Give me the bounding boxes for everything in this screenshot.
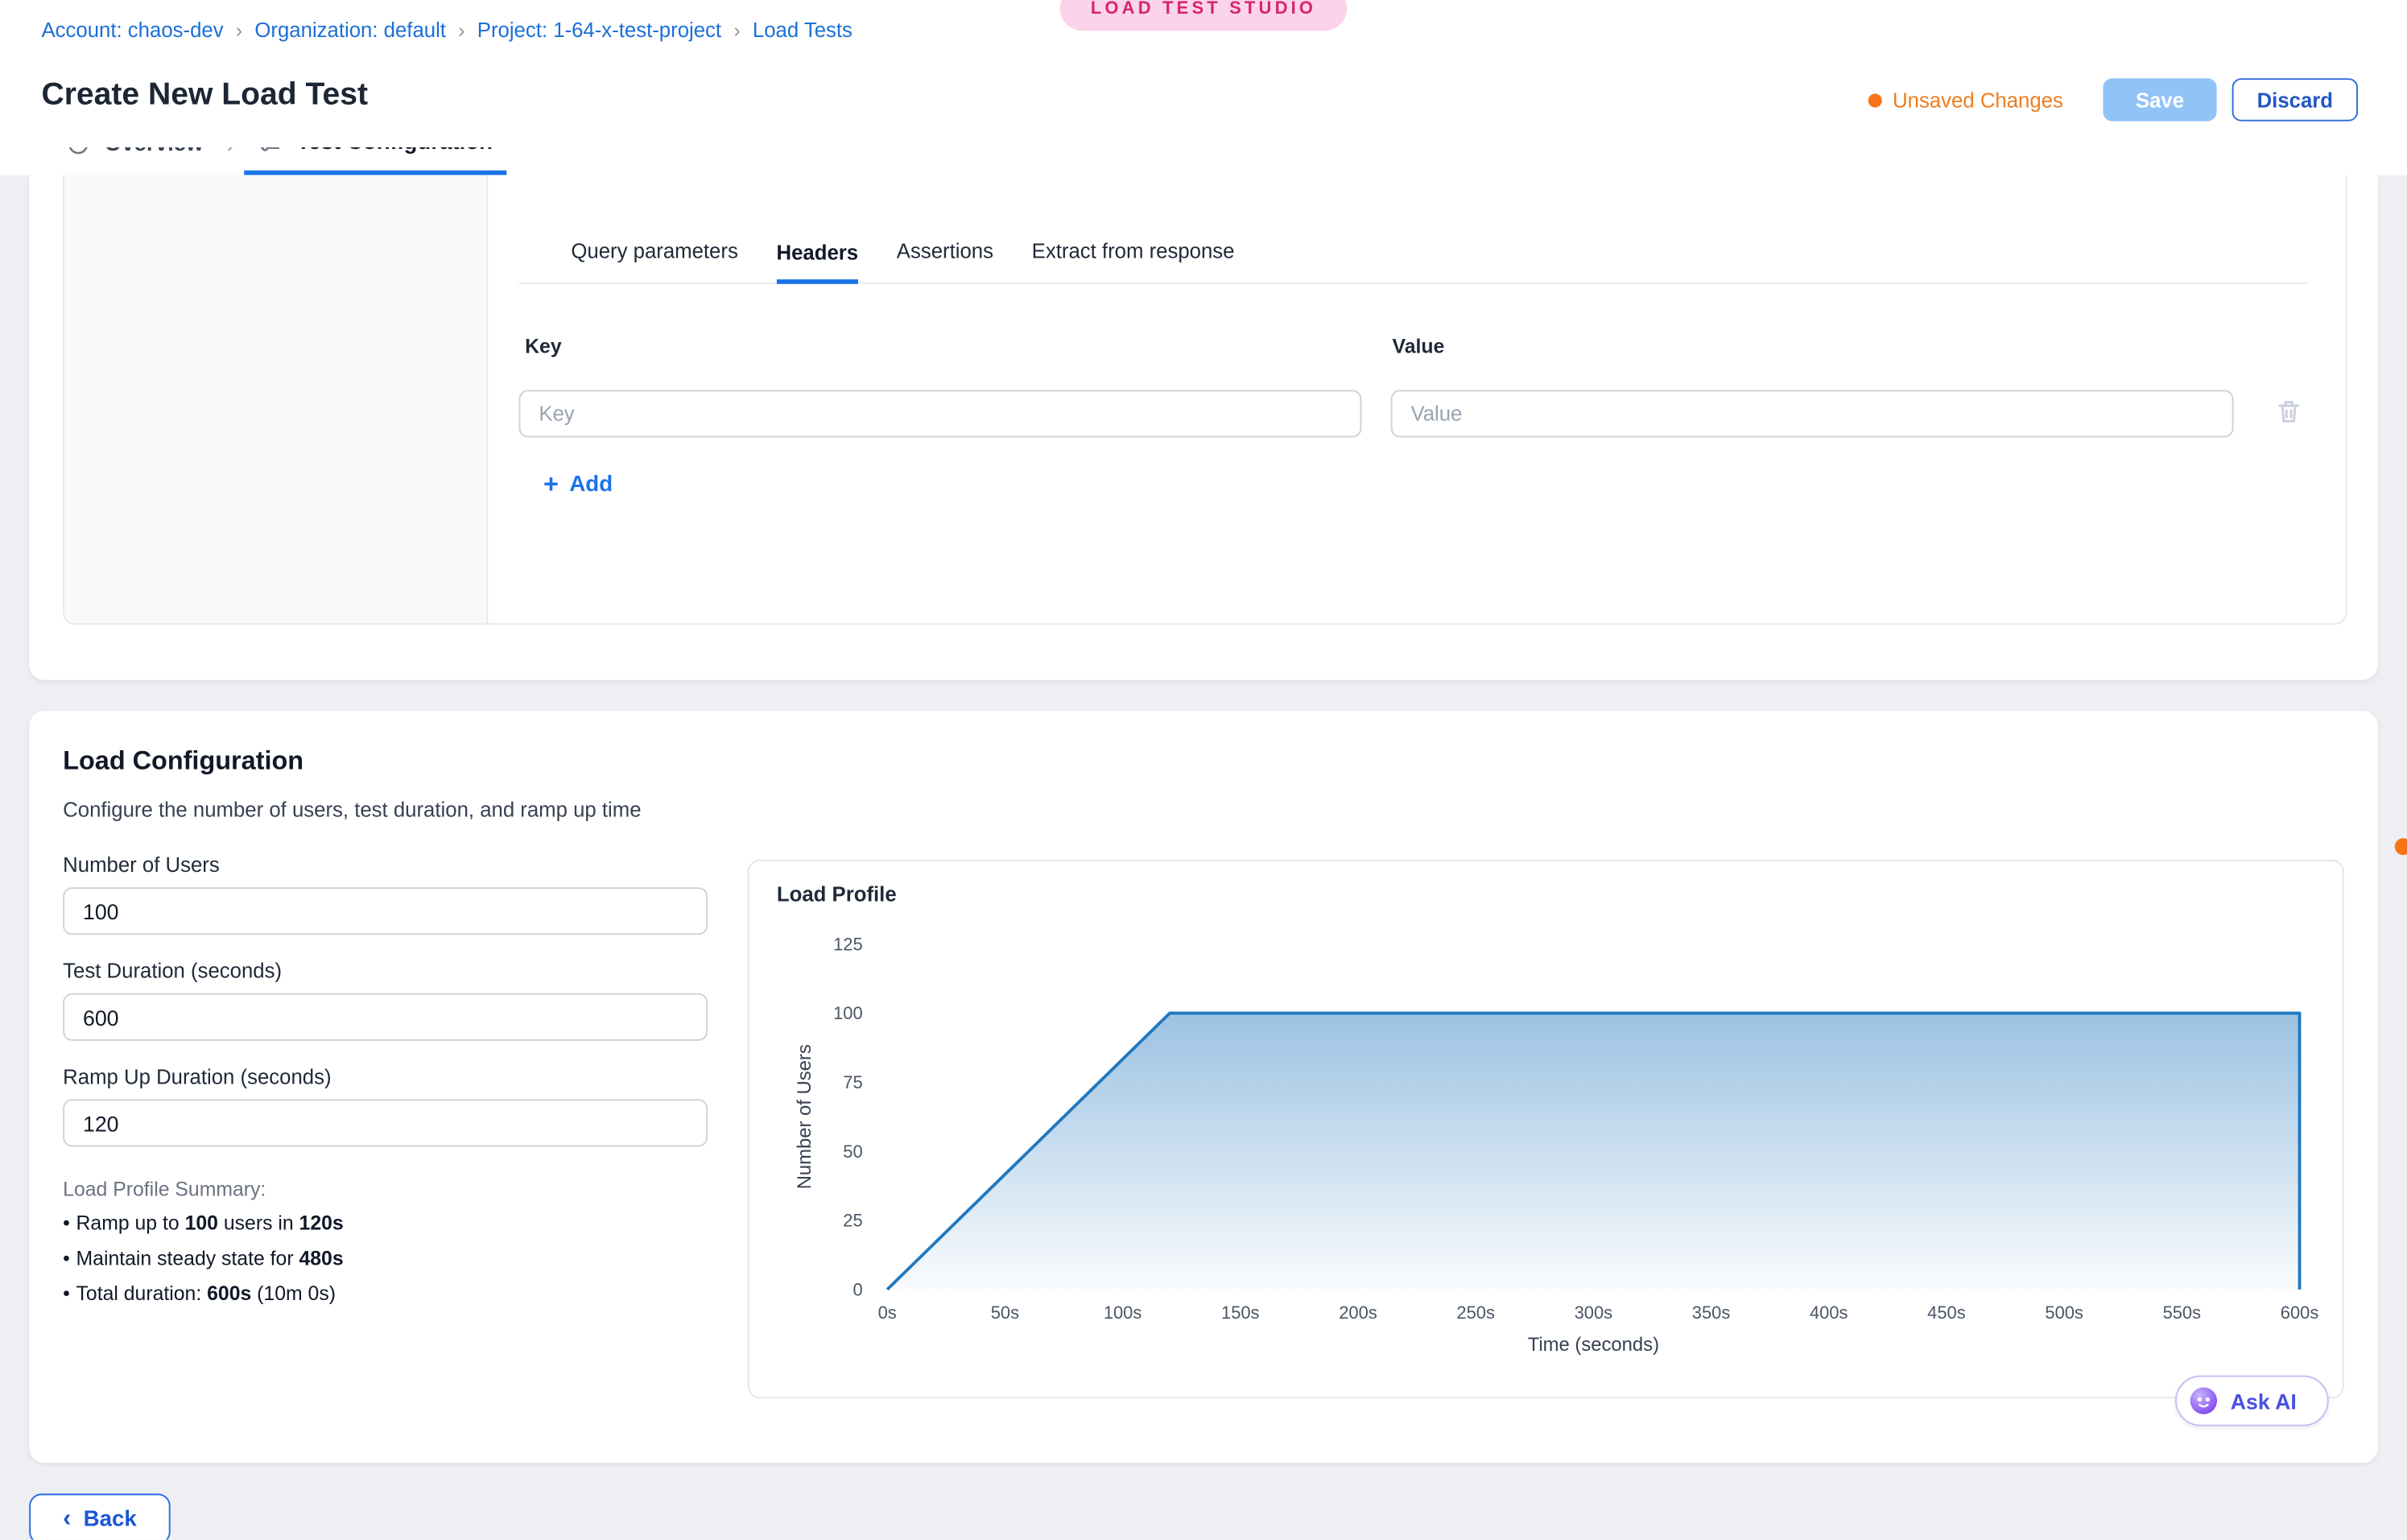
unsaved-changes-label: Unsaved Changes — [1893, 89, 2063, 112]
value-input[interactable] — [1391, 390, 2234, 437]
svg-text:400s: 400s — [1810, 1303, 1848, 1323]
request-tabs: Query parameters Headers Assertions Extract… — [519, 161, 2309, 284]
svg-text:200s: 200s — [1339, 1303, 1377, 1323]
tab-extract-from-response[interactable]: Extract from response — [1032, 239, 1235, 282]
svg-text:75: 75 — [843, 1072, 862, 1092]
notification-dot — [2395, 838, 2407, 855]
add-row-label: Add — [569, 472, 613, 497]
svg-text:100s: 100s — [1104, 1303, 1142, 1323]
svg-text:150s: 150s — [1221, 1303, 1260, 1323]
svg-text:500s: 500s — [2045, 1303, 2083, 1323]
field-input-number-of-users[interactable] — [63, 887, 708, 935]
svg-text:450s: 450s — [1927, 1303, 1966, 1323]
breadcrumb: Account: chaos-dev › Organization: default… — [41, 19, 852, 42]
field-label-ramp-up-duration-seconds: Ramp Up Duration (seconds) — [63, 1065, 331, 1088]
svg-text:Time (seconds): Time (seconds) — [1528, 1334, 1659, 1356]
key-column-label: Key — [525, 335, 561, 358]
add-row-button[interactable]: + Add — [537, 465, 618, 504]
breadcrumb-item-account[interactable]: Account: chaos-dev — [41, 19, 223, 42]
plus-icon: + — [543, 471, 559, 497]
field-input-test-duration-seconds[interactable] — [63, 993, 708, 1041]
svg-text:0s: 0s — [878, 1303, 897, 1323]
summary-item: •Maintain steady state for 480s — [63, 1241, 344, 1276]
breadcrumb-item-load-tests[interactable]: Load Tests — [753, 19, 853, 42]
field-label-number-of-users: Number of Users — [63, 853, 220, 877]
load-profile-summary-list: •Ramp up to 100 users in 120s•Maintain s… — [63, 1205, 344, 1311]
request-editor-panel: Query parameters Headers Assertions Extract… — [63, 159, 2347, 625]
back-label: Back — [84, 1507, 137, 1532]
discard-button[interactable]: Discard — [2232, 78, 2358, 121]
svg-text:550s: 550s — [2163, 1303, 2202, 1323]
app-header: Account: chaos-dev › Organization: default… — [0, 0, 2407, 147]
request-editor-main: Query parameters Headers Assertions Extract… — [488, 161, 2345, 623]
svg-text:50: 50 — [843, 1142, 862, 1162]
delete-row-button[interactable] — [2269, 393, 2309, 433]
breadcrumb-separator-icon: › — [236, 19, 242, 42]
load-config-subtitle: Configure the number of users, test dura… — [63, 799, 641, 822]
save-button[interactable]: Save — [2103, 78, 2216, 121]
svg-text:0: 0 — [853, 1279, 862, 1299]
load-config-title: Load Configuration — [63, 746, 303, 777]
breadcrumb-item-organization[interactable]: Organization: default — [254, 19, 446, 42]
back-button[interactable]: ‹ Back — [29, 1493, 170, 1539]
load-profile-title: Load Profile — [777, 882, 897, 906]
svg-text:250s: 250s — [1456, 1303, 1495, 1323]
svg-text:Number of Users: Number of Users — [794, 1044, 815, 1189]
breadcrumb-item-project[interactable]: Project: 1-64-x-test-project — [477, 19, 721, 42]
breadcrumb-separator-icon: › — [733, 19, 740, 42]
unsaved-changes: Unsaved Changes — [1868, 89, 2063, 112]
field-label-test-duration-seconds: Test Duration (seconds) — [63, 960, 282, 983]
load-profile-panel: Load Profile 0 25 50 75 100 125 0s 50s 100s 150s 2… — [748, 860, 2344, 1398]
svg-text:600s: 600s — [2281, 1303, 2319, 1323]
svg-text:25: 25 — [843, 1211, 862, 1231]
tab-headers[interactable]: Headers — [777, 241, 859, 283]
value-column-label: Value — [1393, 335, 1445, 358]
load-config-card: Load Configuration Configure the number … — [29, 711, 2378, 1463]
studio-badge: LOAD TEST STUDIO — [1060, 0, 1348, 31]
unsaved-dot-icon — [1868, 93, 1882, 106]
request-side-panel — [64, 161, 488, 623]
svg-text:350s: 350s — [1692, 1303, 1731, 1323]
chevron-left-icon: ‹ — [63, 1507, 71, 1532]
breadcrumb-separator-icon: › — [458, 19, 464, 42]
ask-ai-label: Ask AI — [2231, 1389, 2297, 1414]
ask-ai-bot-icon — [2187, 1385, 2219, 1417]
summary-item: •Ramp up to 100 users in 120s — [63, 1205, 344, 1241]
header-actions: Unsaved Changes Save Discard — [1868, 78, 2358, 121]
svg-text:125: 125 — [833, 934, 863, 954]
svg-text:300s: 300s — [1575, 1303, 1613, 1323]
page-title: Create New Load Test — [41, 76, 368, 114]
page: Query parameters Headers Assertions Extract… — [0, 0, 2407, 1540]
summary-item: •Total duration: 600s (10m 0s) — [63, 1276, 344, 1311]
load-profile-summary-title: Load Profile Summary: — [63, 1178, 266, 1201]
field-input-ramp-up-duration-seconds[interactable] — [63, 1099, 708, 1146]
tab-assertions[interactable]: Assertions — [897, 239, 993, 282]
trash-icon — [2275, 397, 2302, 424]
request-config-card: Query parameters Headers Assertions Extract… — [29, 175, 2378, 679]
svg-text:50s: 50s — [991, 1303, 1019, 1323]
key-input[interactable] — [519, 390, 1362, 437]
ask-ai-button[interactable]: Ask AI — [2175, 1376, 2329, 1426]
svg-text:100: 100 — [833, 1003, 863, 1023]
tab-query-parameters[interactable]: Query parameters — [571, 239, 737, 282]
load-profile-chart: 0 25 50 75 100 125 0s 50s 100s 150s 200s 250s 300s 35… — [749, 916, 2343, 1377]
